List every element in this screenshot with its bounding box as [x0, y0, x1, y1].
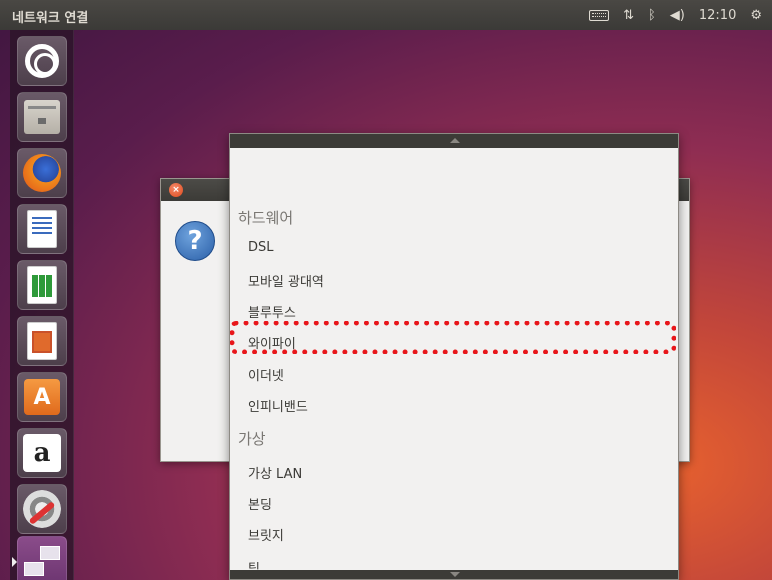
indicator-area: ⇅ ᛒ ◀) 12:10 ⚙	[589, 0, 762, 30]
menu-item-dsl[interactable]: DSL	[248, 240, 274, 255]
network-icon	[24, 546, 60, 576]
launcher-item-impress[interactable]	[17, 316, 67, 366]
launcher-item-writer[interactable]	[17, 204, 67, 254]
top-panel: 네트워크 연결 ⇅ ᛒ ◀) 12:10 ⚙	[0, 0, 772, 30]
scroll-up-bar[interactable]	[230, 134, 678, 148]
firefox-icon	[23, 154, 61, 192]
menu-item-ethernet[interactable]: 이더넷	[248, 365, 284, 384]
window-title: 네트워크 연결	[12, 11, 89, 26]
launcher-item-calc[interactable]	[17, 260, 67, 310]
menu-item-mobile-broadband[interactable]: 모바일 광대역	[248, 271, 324, 290]
bluetooth-icon[interactable]: ᛒ	[648, 8, 656, 23]
keyboard-icon[interactable]	[589, 9, 610, 21]
launcher-item-amazon[interactable]: a	[17, 428, 67, 478]
calc-icon	[27, 266, 57, 304]
menu-item-bond[interactable]: 본딩	[248, 494, 272, 513]
volume-icon[interactable]: ◀)	[670, 8, 685, 23]
wifi-highlight-annotation	[230, 321, 676, 354]
launcher: A a	[10, 30, 74, 580]
launcher-item-software-center[interactable]: A	[17, 372, 67, 422]
clock[interactable]: 12:10	[699, 8, 736, 23]
store-icon: A	[24, 379, 60, 415]
menu-item-vlan[interactable]: 가상 LAN	[248, 463, 302, 482]
question-icon: ?	[175, 221, 215, 261]
launcher-item-network-connections[interactable]	[12, 536, 67, 580]
scroll-down-icon	[450, 572, 460, 577]
launcher-item-files[interactable]	[17, 92, 67, 142]
running-indicator	[12, 557, 17, 567]
network-arrows-icon[interactable]: ⇅	[623, 8, 634, 23]
files-icon	[24, 100, 60, 134]
ubuntu-logo-icon	[25, 44, 59, 78]
gear-icon[interactable]: ⚙	[750, 8, 762, 23]
writer-icon	[27, 210, 57, 248]
amazon-icon: a	[23, 434, 61, 472]
menu-item-bridge[interactable]: 브릿지	[248, 525, 284, 544]
impress-icon	[27, 322, 57, 360]
menu-item-infiniband[interactable]: 인피니밴드	[248, 396, 308, 415]
menu-item-bluetooth[interactable]: 블루투스	[248, 302, 296, 321]
section-header-virtual: 가상	[238, 430, 266, 448]
settings-icon	[23, 490, 61, 528]
section-header-hardware: 하드웨어	[238, 209, 294, 227]
scroll-up-icon	[450, 138, 460, 143]
connection-type-dropdown: 하드웨어 DSL 모바일 광대역 블루투스 와이파이 이더넷 인피니밴드 가상 …	[229, 133, 679, 580]
scroll-down-bar[interactable]	[230, 570, 678, 579]
close-icon[interactable]: ×	[169, 183, 183, 197]
launcher-item-firefox[interactable]	[17, 148, 67, 198]
launcher-item-system-settings[interactable]	[17, 484, 67, 534]
launcher-item-ubuntu-dash[interactable]	[17, 36, 67, 86]
